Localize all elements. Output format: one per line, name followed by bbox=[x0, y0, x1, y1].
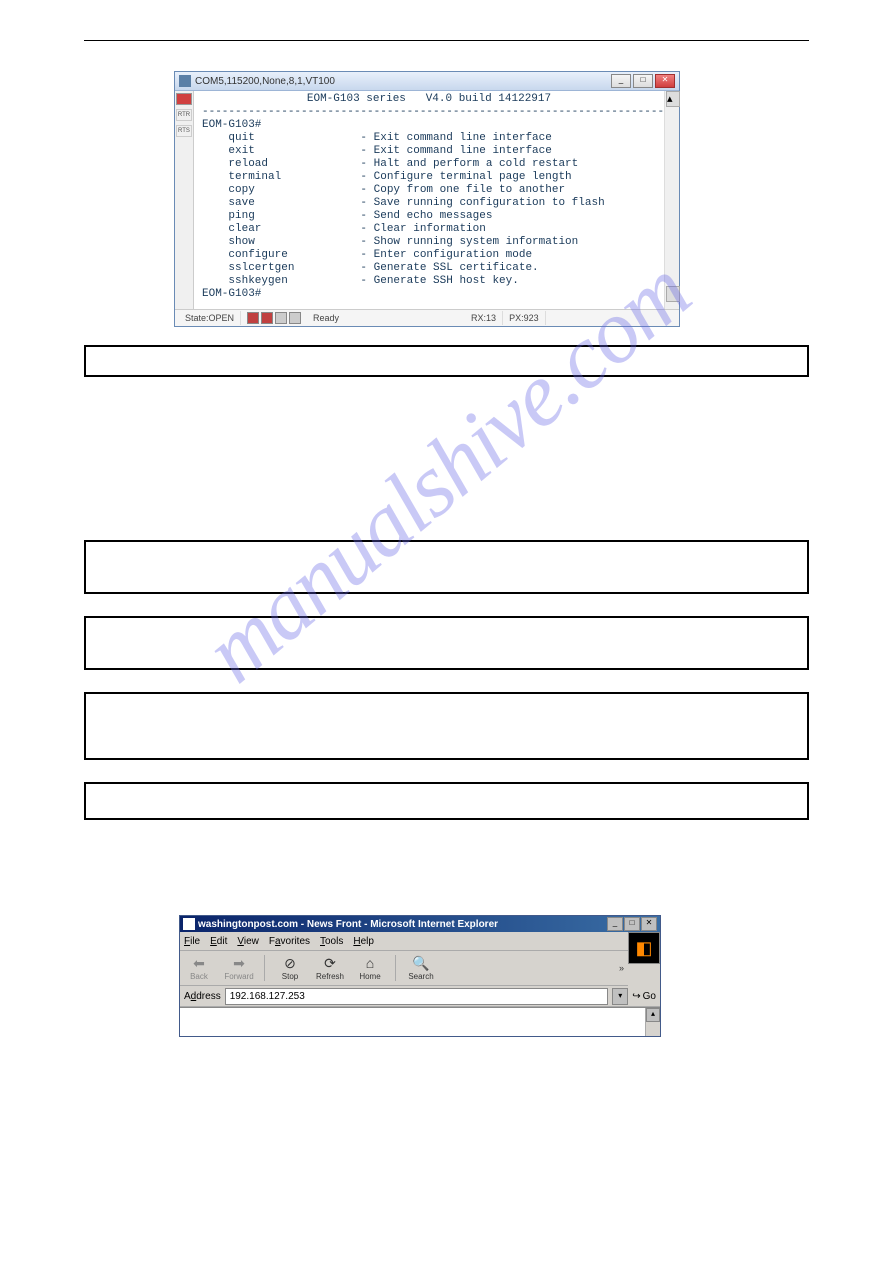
close-button[interactable]: ✕ bbox=[655, 74, 675, 88]
home-button[interactable]: ⌂ Home bbox=[355, 956, 385, 981]
ie-window: washingtonpost.com - News Front - Micros… bbox=[179, 915, 661, 1037]
toolbar-label: Stop bbox=[282, 972, 298, 981]
section-box-5 bbox=[84, 782, 809, 820]
go-button[interactable]: ↪ Go bbox=[632, 991, 656, 1002]
terminal-output[interactable]: EOM-G103 series V4.0 build 14122917-----… bbox=[194, 91, 664, 309]
terminal-header: EOM-G103 series V4.0 build 14122917 bbox=[202, 93, 656, 106]
toolbar-separator bbox=[264, 955, 265, 981]
section-box-2 bbox=[84, 540, 809, 594]
address-value: 192.168.127.253 bbox=[230, 991, 305, 1002]
toolbar-label: Search bbox=[408, 972, 433, 981]
status-led bbox=[261, 312, 273, 324]
status-state: State:OPEN bbox=[179, 311, 241, 325]
status-px: PX:923 bbox=[503, 311, 546, 325]
toolbar-label: Refresh bbox=[316, 972, 344, 981]
ie-scrollbar[interactable]: ▴ bbox=[645, 1008, 660, 1036]
scrollbar[interactable]: ▴ bbox=[664, 91, 679, 309]
terminal-titlebar[interactable]: COM5,115200,None,8,1,VT100 _ □ ✕ bbox=[175, 72, 679, 91]
stop-icon: ⊘ bbox=[284, 956, 296, 972]
ie-throbber-icon: ◧ bbox=[628, 932, 660, 964]
toolbar-separator bbox=[395, 955, 396, 981]
rtr-label: RTR bbox=[176, 109, 192, 121]
document-page: COM5,115200,None,8,1,VT100 _ □ ✕ RTR RTS… bbox=[0, 0, 893, 1077]
toolbar-label: Home bbox=[359, 972, 380, 981]
ie-content-area[interactable]: ▴ bbox=[180, 1007, 660, 1036]
connection-led bbox=[176, 93, 192, 105]
minimize-button[interactable]: _ bbox=[611, 74, 631, 88]
status-rx: RX:13 bbox=[465, 311, 503, 325]
terminal-side-panel: RTR RTS bbox=[175, 91, 194, 309]
terminal-prompt: EOM-G103# bbox=[202, 288, 261, 300]
refresh-button[interactable]: ⟳ Refresh bbox=[315, 956, 345, 981]
terminal-title: COM5,115200,None,8,1,VT100 bbox=[195, 76, 611, 87]
header-rule bbox=[84, 40, 809, 41]
ie-close-button[interactable]: ✕ bbox=[641, 917, 657, 931]
rts-label: RTS bbox=[176, 125, 192, 137]
terminal-statusbar: State:OPEN Ready RX:13 PX:923 bbox=[175, 309, 679, 326]
status-led bbox=[247, 312, 259, 324]
toolbar-label: Back bbox=[190, 972, 208, 981]
stop-button[interactable]: ⊘ Stop bbox=[275, 956, 305, 981]
terminal-window: COM5,115200,None,8,1,VT100 _ □ ✕ RTR RTS… bbox=[174, 71, 680, 327]
ie-icon bbox=[183, 918, 195, 930]
search-button[interactable]: 🔍 Search bbox=[406, 956, 436, 981]
back-button[interactable]: ⬅ Back bbox=[184, 956, 214, 981]
ie-minimize-button[interactable]: _ bbox=[607, 917, 623, 931]
address-input[interactable]: 192.168.127.253 bbox=[225, 988, 609, 1005]
maximize-button[interactable]: □ bbox=[633, 74, 653, 88]
toolbar-label: Forward bbox=[224, 972, 253, 981]
ie-maximize-button[interactable]: □ bbox=[624, 917, 640, 931]
go-label: Go bbox=[643, 991, 656, 1002]
scroll-thumb[interactable] bbox=[666, 286, 680, 302]
go-icon: ↪ bbox=[632, 991, 640, 1002]
terminal-divider: ----------------------------------------… bbox=[202, 106, 664, 118]
ie-toolbar: ⬅ Back ➡ Forward ⊘ Stop ⟳ Refresh bbox=[180, 951, 628, 986]
terminal-prompt: EOM-G103# bbox=[202, 119, 261, 131]
menu-favorites[interactable]: Favorites bbox=[269, 936, 310, 947]
section-box-3 bbox=[84, 616, 809, 670]
scroll-up-button[interactable]: ▴ bbox=[666, 91, 680, 107]
back-arrow-icon: ⬅ bbox=[193, 956, 205, 972]
ie-title: washingtonpost.com - News Front - Micros… bbox=[198, 919, 607, 930]
status-ready: Ready bbox=[307, 311, 345, 325]
app-icon bbox=[179, 75, 191, 87]
ie-titlebar[interactable]: washingtonpost.com - News Front - Micros… bbox=[180, 916, 660, 932]
toolbar-overflow-icon[interactable]: » bbox=[619, 963, 624, 973]
search-icon: 🔍 bbox=[412, 956, 429, 972]
address-dropdown-button[interactable]: ▾ bbox=[612, 988, 628, 1005]
menu-help[interactable]: Help bbox=[353, 936, 374, 947]
menu-tools[interactable]: Tools bbox=[320, 936, 343, 947]
status-led bbox=[289, 312, 301, 324]
home-icon: ⌂ bbox=[366, 956, 374, 972]
address-label: Address bbox=[184, 991, 221, 1002]
status-led bbox=[275, 312, 287, 324]
ie-addressbar: Address 192.168.127.253 ▾ ↪ Go bbox=[180, 986, 660, 1007]
section-box-4 bbox=[84, 692, 809, 760]
forward-arrow-icon: ➡ bbox=[233, 956, 245, 972]
ie-menubar: File Edit View Favorites Tools Help bbox=[180, 932, 628, 951]
forward-button[interactable]: ➡ Forward bbox=[224, 956, 254, 981]
refresh-icon: ⟳ bbox=[324, 956, 336, 972]
menu-view[interactable]: View bbox=[237, 936, 259, 947]
menu-edit[interactable]: Edit bbox=[210, 936, 227, 947]
section-box-1 bbox=[84, 345, 809, 377]
menu-file[interactable]: File bbox=[184, 936, 200, 947]
scroll-up-icon[interactable]: ▴ bbox=[646, 1008, 660, 1022]
